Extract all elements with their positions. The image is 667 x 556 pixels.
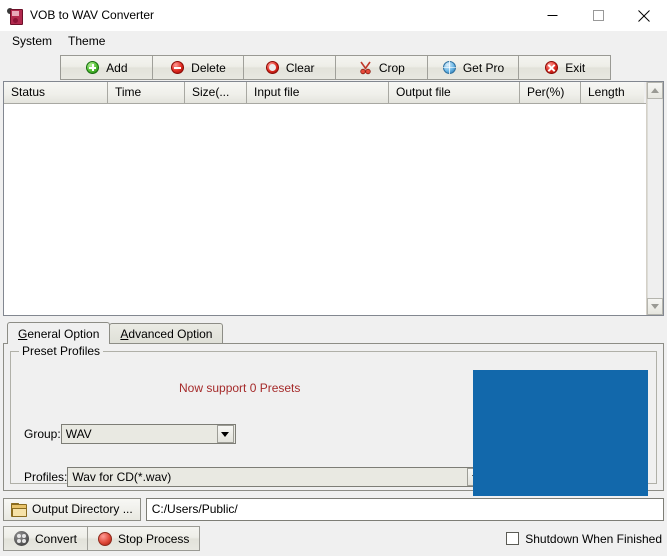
column-header-percent[interactable]: Per(%): [520, 82, 581, 103]
output-directory-button-label: Output Directory ...: [32, 502, 133, 516]
chevron-up-icon: [651, 88, 659, 93]
profiles-select-value: Wav for CD(*.wav): [72, 470, 172, 484]
stop-process-button[interactable]: Stop Process: [88, 527, 200, 550]
file-list-scrollbar[interactable]: [646, 82, 663, 315]
profiles-label: Profiles:: [24, 470, 68, 484]
add-button[interactable]: Add: [61, 56, 153, 79]
film-reel-icon: [14, 531, 29, 546]
red-minus-icon: [170, 60, 185, 75]
app-icon: [7, 7, 23, 25]
menu-item-system[interactable]: System: [5, 32, 61, 51]
group-select-value: WAV: [65, 427, 92, 441]
scroll-down-button[interactable]: [647, 298, 663, 315]
window-controls: [529, 0, 667, 31]
scroll-up-button[interactable]: [647, 82, 663, 99]
stop-process-button-label: Stop Process: [118, 531, 190, 546]
output-directory-row: Output Directory ... C:/Users/Public/: [3, 495, 664, 523]
crop-button[interactable]: Crop: [336, 56, 428, 79]
menu-item-theme[interactable]: Theme: [61, 32, 114, 51]
scrollbar-track[interactable]: [647, 99, 663, 298]
chevron-down-icon: [221, 431, 230, 437]
application-window: VOB to WAV Converter System Theme Add De…: [0, 0, 667, 556]
tab-strip: General Option Advanced Option: [3, 322, 664, 344]
action-button-group: Convert Stop Process: [3, 526, 201, 551]
output-directory-button[interactable]: Output Directory ...: [3, 497, 141, 521]
file-list-rows[interactable]: [4, 104, 646, 315]
group-select[interactable]: WAV: [60, 424, 236, 444]
group-select-arrow[interactable]: [216, 425, 234, 443]
delete-button-label: Delete: [191, 60, 226, 75]
get-pro-button[interactable]: Get Pro: [427, 56, 520, 79]
clear-button-label: Clear: [285, 60, 315, 75]
maximize-button[interactable]: [575, 0, 621, 31]
window-title: VOB to WAV Converter: [30, 8, 155, 22]
group-label: Group:: [24, 427, 61, 441]
column-header-input-file[interactable]: Input file: [247, 82, 389, 103]
profiles-field-row: Profiles: Wav for CD(*.wav): [24, 467, 487, 487]
column-header-status[interactable]: Status: [4, 82, 108, 103]
red-x-icon: [544, 60, 559, 75]
close-button[interactable]: [621, 0, 667, 31]
crop-button-label: Crop: [378, 60, 405, 75]
minimize-button[interactable]: [529, 0, 575, 31]
chevron-down-icon: [651, 304, 659, 309]
convert-button-label: Convert: [35, 531, 78, 546]
clear-button[interactable]: Clear: [244, 56, 337, 79]
red-scissors-icon: [358, 60, 373, 75]
column-header-size[interactable]: Size(...: [185, 82, 247, 103]
toolbar-region: Add Delete Clear Crop Get Pro Exit: [0, 52, 667, 81]
preview-panel: [473, 370, 648, 496]
shutdown-checkbox[interactable]: [506, 532, 520, 545]
profiles-select[interactable]: Wav for CD(*.wav): [67, 467, 487, 487]
group-field-row: Group: WAV: [24, 424, 236, 444]
red-stop-icon: [98, 531, 113, 546]
output-path-input[interactable]: C:/Users/Public/: [145, 497, 664, 521]
column-header-length[interactable]: Length: [581, 82, 644, 103]
convert-button[interactable]: Convert: [4, 527, 89, 550]
exit-button[interactable]: Exit: [519, 56, 611, 79]
main-toolbar: Add Delete Clear Crop Get Pro Exit: [60, 55, 611, 80]
red-ring-icon: [265, 60, 280, 75]
delete-button[interactable]: Delete: [152, 56, 245, 79]
file-list: Status Time Size(... Input file Output f…: [3, 81, 664, 316]
column-header-time[interactable]: Time: [108, 82, 185, 103]
tab-general-option[interactable]: General Option: [7, 322, 111, 344]
blue-globe-icon: [442, 60, 457, 75]
tab-advanced-option[interactable]: Advanced Option: [109, 323, 224, 344]
preset-profiles-title: Preset Profiles: [19, 345, 104, 357]
shutdown-when-finished-row[interactable]: Shutdown When Finished: [506, 532, 662, 546]
preset-profiles-groupbox: Preset Profiles Now support 0 Presets Gr…: [10, 345, 657, 496]
column-header-output-file[interactable]: Output file: [389, 82, 520, 103]
preset-status-message: Now support 0 Presets: [179, 381, 301, 395]
get-pro-button-label: Get Pro: [462, 60, 505, 75]
add-button-label: Add: [106, 60, 128, 75]
menu-bar: System Theme: [0, 31, 667, 52]
file-list-header: Status Time Size(... Input file Output f…: [4, 82, 646, 104]
bottom-bar: Convert Stop Process Shutdown When Finis…: [3, 524, 664, 553]
options-tabs: General Option Advanced Option Preset Pr…: [3, 322, 664, 496]
title-bar: VOB to WAV Converter: [0, 0, 667, 31]
general-option-panel: Preset Profiles Now support 0 Presets Gr…: [3, 343, 664, 496]
exit-button-label: Exit: [565, 60, 586, 75]
green-plus-icon: [85, 60, 100, 75]
folder-icon: [11, 502, 27, 517]
shutdown-checkbox-label: Shutdown When Finished: [525, 531, 662, 546]
